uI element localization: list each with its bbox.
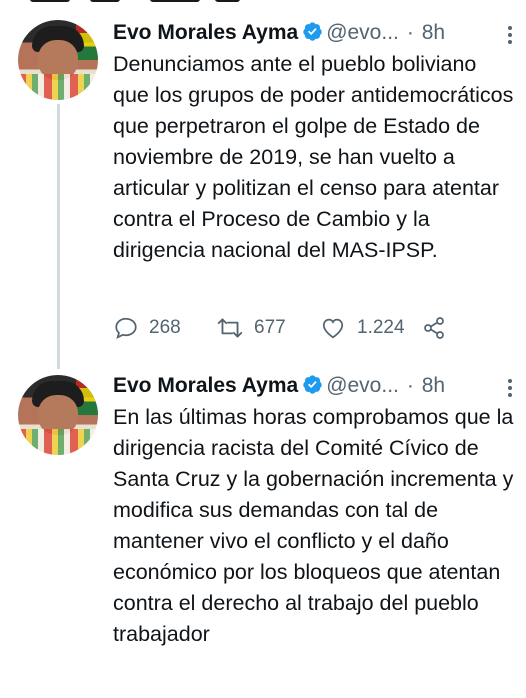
share-button[interactable]	[422, 316, 446, 340]
heart-icon	[322, 318, 344, 339]
tweet-time[interactable]: 8h	[422, 21, 445, 44]
like-count: 1.224	[357, 317, 405, 338]
tweet-text: En las últimas horas comprobamos que la …	[113, 405, 514, 646]
avatar[interactable]	[18, 375, 98, 455]
tweet-header: Evo Morales Ayma @evo... · 8h	[113, 18, 513, 48]
reply-button[interactable]: 268	[113, 315, 216, 341]
reply-count: 268	[149, 317, 181, 338]
share-icon	[424, 317, 444, 339]
like-button[interactable]: 1.224	[319, 315, 422, 341]
author-handle[interactable]: @evo...	[326, 374, 399, 397]
tweet-header: Evo Morales Ayma @evo... · 8h	[113, 371, 513, 401]
tweet-time-separator: ·	[406, 21, 414, 44]
tweet-time-separator: ·	[406, 374, 414, 397]
more-icon[interactable]	[506, 377, 514, 399]
tweet-time[interactable]: 8h	[422, 374, 445, 397]
tweet[interactable]: Evo Morales Ayma @evo... · 8h En las últim…	[0, 365, 526, 698]
author-handle[interactable]: @evo...	[326, 21, 399, 44]
retweet-button[interactable]: 677	[216, 315, 319, 341]
tweet[interactable]: Evo Morales Ayma @evo... · 8h Denunciamos …	[0, 0, 526, 365]
author-name[interactable]: Evo Morales Ayma	[113, 21, 298, 44]
retweet-count: 677	[254, 317, 286, 338]
verified-badge-icon	[303, 375, 322, 394]
avatar[interactable]	[18, 20, 98, 100]
verified-badge-icon	[303, 22, 322, 41]
retweet-icon	[217, 318, 243, 338]
author-name[interactable]: Evo Morales Ayma	[113, 374, 298, 397]
tweet-text: Denunciamos ante el pueblo boliviano que…	[113, 52, 514, 262]
more-icon[interactable]	[506, 24, 514, 46]
tweet-actions: 268 677 1.224	[113, 313, 513, 343]
reply-icon	[115, 317, 137, 339]
